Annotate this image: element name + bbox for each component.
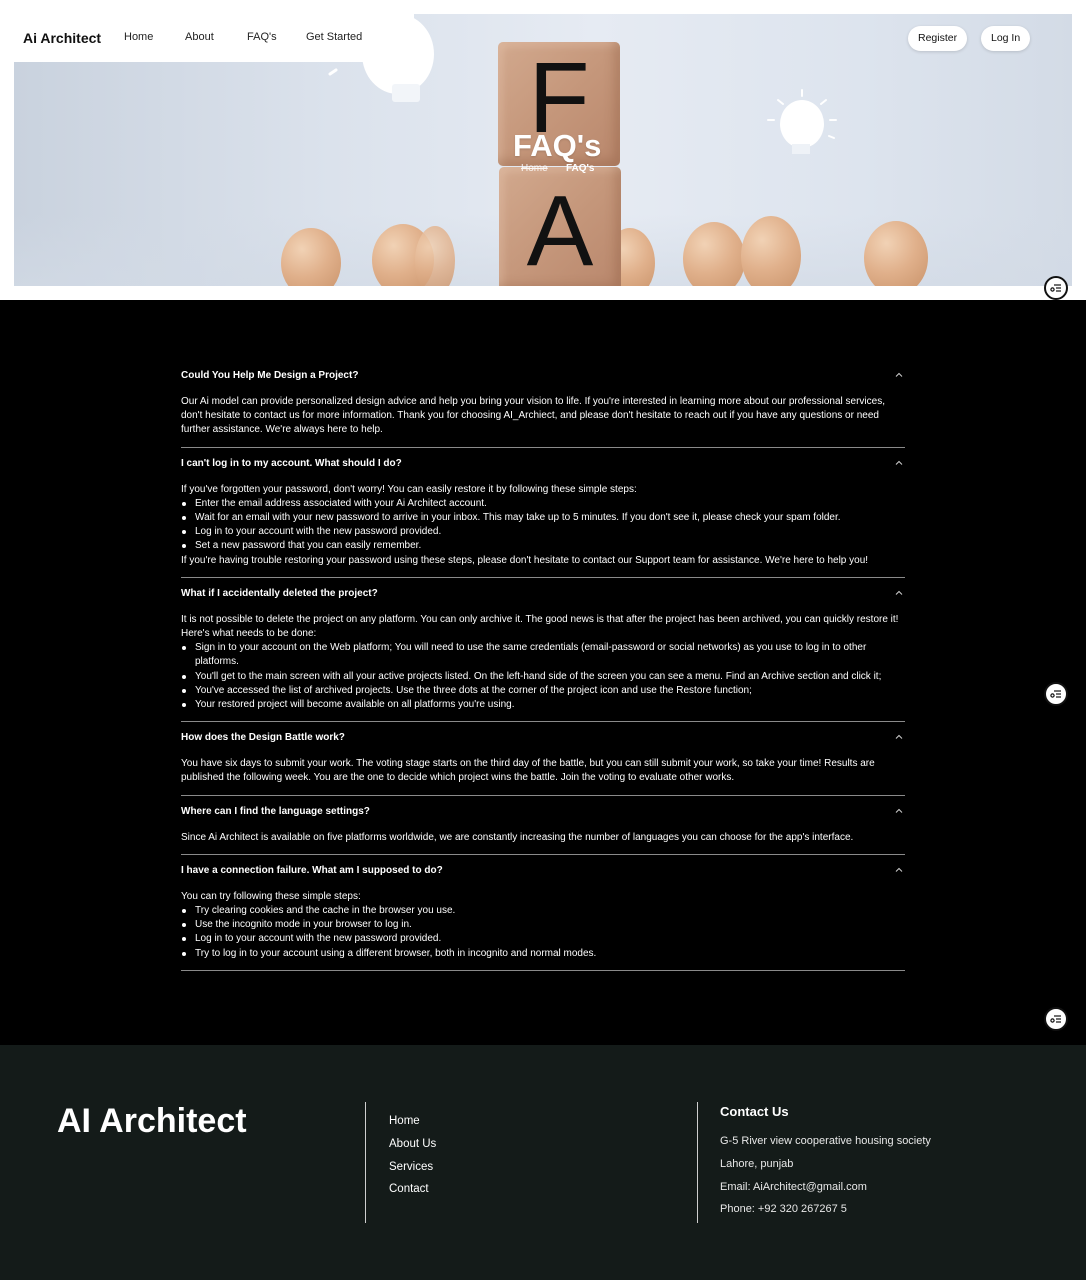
wooden-peg [741,216,801,286]
faq-bullet: Try to log in to your account using a di… [181,947,905,961]
chevron-up-icon[interactable] [895,807,903,815]
footer-link-about[interactable]: About Us [389,1138,436,1150]
faq-bullet: You'll get to the main screen with all y… [181,670,905,684]
faq-question[interactable]: I can't log in to my account. What shoul… [181,448,905,475]
faq-bullet: You've accessed the list of archived pro… [181,684,905,698]
faq-answer-text: Our Ai model can provide personalized de… [181,396,885,436]
faq-answer-text: If you've forgotten your password, don't… [181,483,637,495]
wooden-peg [683,222,745,286]
faq-answer-outro: If you're having trouble restoring your … [181,554,869,566]
faq-question-text: Could You Help Me Design a Project? [181,370,359,381]
register-button[interactable]: Register [908,26,968,51]
hero-banner: F A FAQ's Home FAQ's Ai Architect Home A… [14,14,1072,286]
faq-bullet-list: Enter the email address associated with … [181,497,905,554]
faq-bullet: Wait for an email with your new password… [181,511,905,525]
footer-link-home[interactable]: Home [389,1115,420,1127]
faq-bullet: Log in to your account with the new pass… [181,525,905,539]
faq-question-text: What if I accidentally deleted the proje… [181,587,378,599]
faq-answer: You can try following these simple steps… [181,882,905,961]
faq-question[interactable]: Could You Help Me Design a Project? [181,360,905,387]
faq-question-text: Where can I find the language settings? [181,805,370,817]
contact-heading: Contact Us [720,1104,789,1119]
footer-link-contact[interactable]: Contact [389,1183,429,1195]
faq-bullet: Log in to your account with the new pass… [181,932,905,946]
faq-bullet: Use the incognito mode in your browser t… [181,918,905,932]
nav-faqs[interactable]: FAQ's [247,31,277,43]
faq-question[interactable]: What if I accidentally deleted the proje… [181,578,905,605]
contact-city: Lahore, punjab [720,1158,794,1170]
faq-bullet: Enter the email address associated with … [181,497,905,511]
contact-email: Email: AiArchitect@gmail.com [720,1181,867,1193]
wooden-peg [864,221,928,286]
faq-item: How does the Design Battle work? You have… [181,722,905,796]
faq-question-text: I have a connection failure. What am I s… [181,864,443,876]
login-button[interactable]: Log In [981,26,1031,51]
faq-answer-text: You have six days to submit your work. T… [181,758,875,784]
breadcrumb-home[interactable]: Home [521,163,548,174]
footer-divider [365,1102,366,1223]
nav-about[interactable]: About [185,31,214,43]
lightbulb-illustration [767,89,837,154]
faq-question-text: I can't log in to my account. What shoul… [181,457,402,469]
filter-settings-icon[interactable] [1044,1007,1068,1031]
faq-answer: If you've forgotten your password, don't… [181,475,905,568]
faq-question[interactable]: I have a connection failure. What am I s… [181,855,905,882]
faq-bullet-list: Sign in to your account on the Web platf… [181,641,905,712]
faq-question[interactable]: How does the Design Battle work? [181,722,905,749]
faq-answer: You have six days to submit your work. T… [181,749,905,785]
faq-answer: It is not possible to delete the project… [181,605,905,712]
faq-bullet: Try clearing cookies and the cache in th… [181,904,905,918]
chevron-up-icon[interactable] [895,589,903,597]
footer-divider [697,1102,698,1223]
page-title: FAQ's [513,128,602,163]
contact-phone: Phone: +92 320 267267 5 [720,1203,847,1215]
footer-link-services[interactable]: Services [389,1161,433,1173]
chevron-up-icon[interactable] [895,459,903,467]
faq-answer: Our Ai model can provide personalized de… [181,387,905,438]
faq-answer: Since Ai Architect is available on five … [181,823,905,845]
faq-bullet: Set a new password that you can easily r… [181,539,905,553]
nav-home[interactable]: Home [124,31,153,43]
faq-section: Could You Help Me Design a Project? Our A… [0,300,1086,1046]
faq-item: I have a connection failure. What am I s… [181,855,905,971]
chevron-up-icon[interactable] [895,866,903,874]
filter-settings-icon[interactable] [1044,276,1068,300]
faq-answer-text: Since Ai Architect is available on five … [181,831,854,843]
faq-item: What if I accidentally deleted the proje… [181,578,905,723]
contact-address: G-5 River view cooperative housing socie… [720,1135,931,1147]
faq-answer-text: It is not possible to delete the project… [181,613,899,640]
faq-item: I can't log in to my account. What shoul… [181,448,905,578]
chevron-up-icon[interactable] [895,733,903,741]
footer: AI Architect Home About Us Services Cont… [0,1045,1086,1280]
nav-get-started[interactable]: Get Started [306,31,362,43]
faq-bullet: Your restored project will become availa… [181,698,905,712]
chevron-up-icon[interactable] [895,371,903,379]
filter-settings-icon[interactable] [1044,682,1068,706]
block-letter: A [526,175,594,286]
faq-list: Could You Help Me Design a Project? Our A… [181,360,905,971]
faq-question-text: How does the Design Battle work? [181,732,345,744]
faq-bullet: Sign in to your account on the Web platf… [181,641,905,669]
navbar: Ai Architect Home About FAQ's Get Starte… [14,14,414,62]
brand-logo[interactable]: Ai Architect [23,30,101,46]
faq-item: Could You Help Me Design a Project? Our A… [181,360,905,448]
faq-item: Where can I find the language settings? S… [181,796,905,855]
footer-brand: AI Architect [57,1102,247,1140]
faq-bullet-list: Try clearing cookies and the cache in th… [181,904,905,961]
wooden-block-bottom: A [499,167,621,286]
faq-question[interactable]: Where can I find the language settings? [181,796,905,823]
faq-answer-text: You can try following these simple steps… [181,890,361,902]
breadcrumb-current: FAQ's [566,163,595,174]
